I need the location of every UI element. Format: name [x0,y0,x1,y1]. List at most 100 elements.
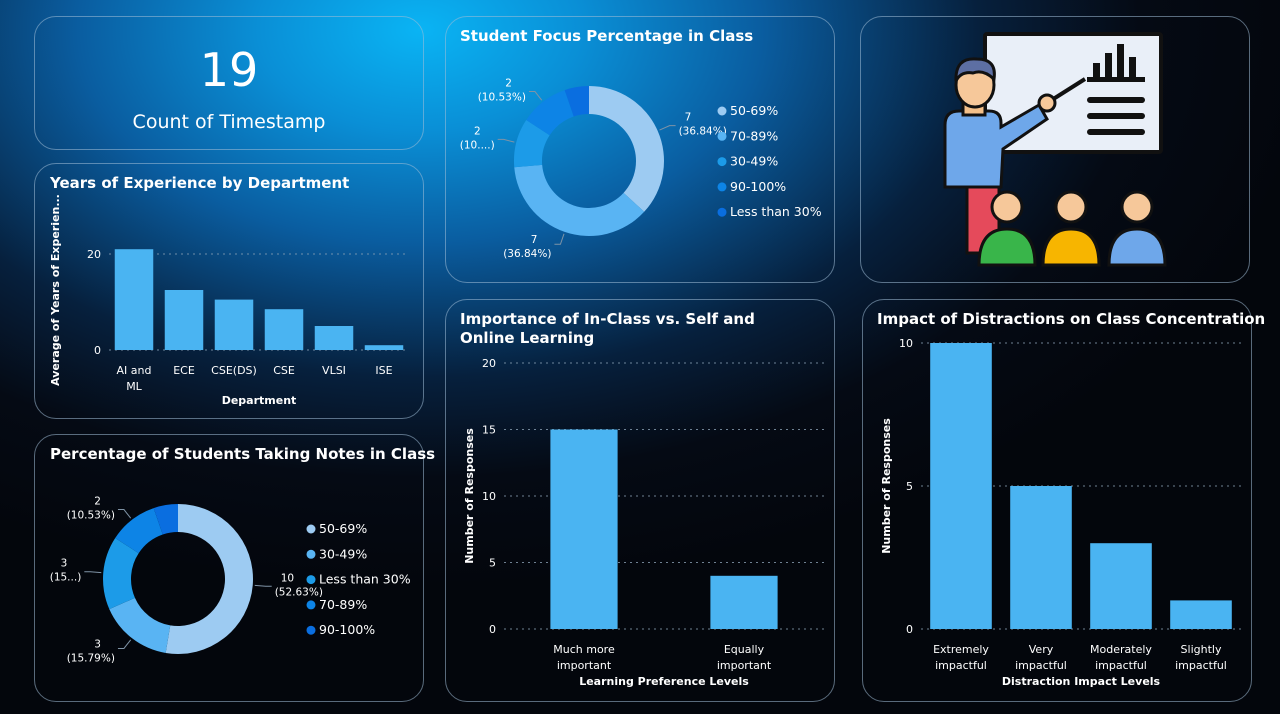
legend-marker [717,106,727,116]
y-axis-title: Average of Years of Experien... [49,194,62,386]
y-axis-title: Number of Responses [880,418,893,554]
kpi-value: 19 [199,43,259,97]
notes-donut-card: Percentage of Students Taking Notes in C… [34,434,435,702]
legend-label[interactable]: 90-100% [730,179,786,194]
x-axis-title: Learning Preference Levels [579,675,749,688]
legend-marker [717,131,727,141]
data-label-leader [554,233,565,245]
bar[interactable] [550,429,618,630]
bar[interactable] [710,575,778,629]
legend-label[interactable]: 90-100% [319,622,375,637]
x-axis-title: Department [222,394,297,407]
legend-marker [717,182,727,192]
notes-donut-svg: 10 (52.63%) 3 (15.79%) 3 (15...) 2 (10.53%) 50-6… [50,496,411,665]
legend-marker [306,524,316,534]
data-label-percent: (52.63%) [275,586,323,598]
bar[interactable] [930,343,992,629]
y-tick-label: 10 [482,490,496,503]
importance-bar-card: Importance of In-Class vs. Self and Onli… [445,299,835,702]
legend-marker [306,575,316,585]
x-tick-label: impactful [935,659,987,672]
kpi-card: 19 Count of Timestamp [34,16,424,150]
x-tick-label: CSE [273,364,295,377]
y-tick-label: 5 [489,557,496,570]
x-tick-label: impactful [1095,659,1147,672]
data-label-percent: (10....) [460,139,495,151]
legend-label[interactable]: 50-69% [319,521,367,536]
data-label-count: 10 [281,572,294,584]
x-tick-label: important [557,659,612,672]
focus-donut-svg: 7(36.84%)7(36.84%)2(10....)2(10.53%)50-6… [460,78,822,261]
legend-label[interactable]: 50-69% [730,103,778,118]
legend-label[interactable]: 70-89% [730,128,778,143]
bar[interactable] [164,290,204,350]
legend-marker [306,625,316,635]
y-tick-label: 20 [482,357,496,370]
data-label-count: 7 [685,112,692,124]
kpi-label: Count of Timestamp [132,111,326,133]
legend-label[interactable]: Less than 30% [730,204,822,219]
x-tick-label: ISE [375,364,392,377]
y-tick-label: 5 [906,480,913,493]
x-tick-label: ML [126,380,142,393]
x-tick-label: AI and [117,364,152,377]
data-label-percent: (10.53%) [67,510,115,522]
data-label-count: 2 [94,496,101,508]
x-tick-label: VLSI [322,364,346,377]
illustration-card [860,16,1250,283]
distraction-bar-card: Impact of Distractions on Class Concentr… [862,299,1265,702]
data-label-percent: (15.79%) [67,652,115,664]
data-label-percent: (10.53%) [478,92,526,104]
bar[interactable] [364,345,404,350]
donut-slice[interactable] [109,597,171,653]
data-label-count: 3 [94,638,101,650]
bar[interactable] [264,309,304,350]
distraction-bar-svg: 0 5 10 Extremely impactful Very impactful Moder… [880,337,1241,688]
legend-label[interactable]: Less than 30% [319,572,411,587]
y-tick-label: 0 [94,344,101,357]
legend-marker [717,157,727,167]
legend-label[interactable]: 30-49% [730,154,778,169]
importance-bar-svg: 0 5 10 15 20 Much more important Equally importa… [463,357,824,688]
y-tick-label: 0 [906,623,913,636]
donut-slice[interactable] [589,86,664,212]
bar[interactable] [214,299,254,350]
bar[interactable] [1010,486,1072,629]
data-label-leader [254,584,272,587]
y-tick-label: 0 [489,623,496,636]
x-tick-label: important [717,659,772,672]
x-tick-label: ECE [173,364,195,377]
data-label-count: 2 [474,125,481,137]
data-label-leader [528,91,543,101]
bar[interactable] [314,326,354,350]
data-label-leader [497,138,515,143]
bar[interactable] [1090,543,1152,629]
x-tick-label: CSE(DS) [211,364,257,377]
teacher-presentation-icon [943,32,1167,267]
x-tick-label: impactful [1175,659,1227,672]
x-tick-label: Much more [553,643,615,656]
data-label-leader [117,509,132,519]
x-tick-label: Moderately [1090,643,1152,656]
bar[interactable] [1170,600,1232,629]
data-label-count: 2 [505,78,512,90]
x-tick-label: Slightly [1181,643,1222,656]
legend-marker [306,549,316,559]
legend-marker [306,600,316,610]
x-tick-label: Very [1029,643,1054,656]
x-axis-title: Distraction Impact Levels [1002,675,1161,688]
legend-label[interactable]: 70-89% [319,597,367,612]
x-tick-label: Equally [724,643,765,656]
y-tick-label: 10 [899,337,913,350]
data-label-leader [117,639,132,649]
data-label-count: 3 [61,558,68,570]
x-tick-label: impactful [1015,659,1067,672]
data-label-percent: (15...) [50,572,82,584]
legend-label[interactable]: 30-49% [319,546,367,561]
donut-slice[interactable] [165,504,254,654]
y-tick-label: 15 [482,424,496,437]
bar[interactable] [114,249,154,350]
donut-slice[interactable] [514,164,645,236]
y-tick-label: 20 [87,248,101,261]
data-label-count: 7 [531,234,538,246]
